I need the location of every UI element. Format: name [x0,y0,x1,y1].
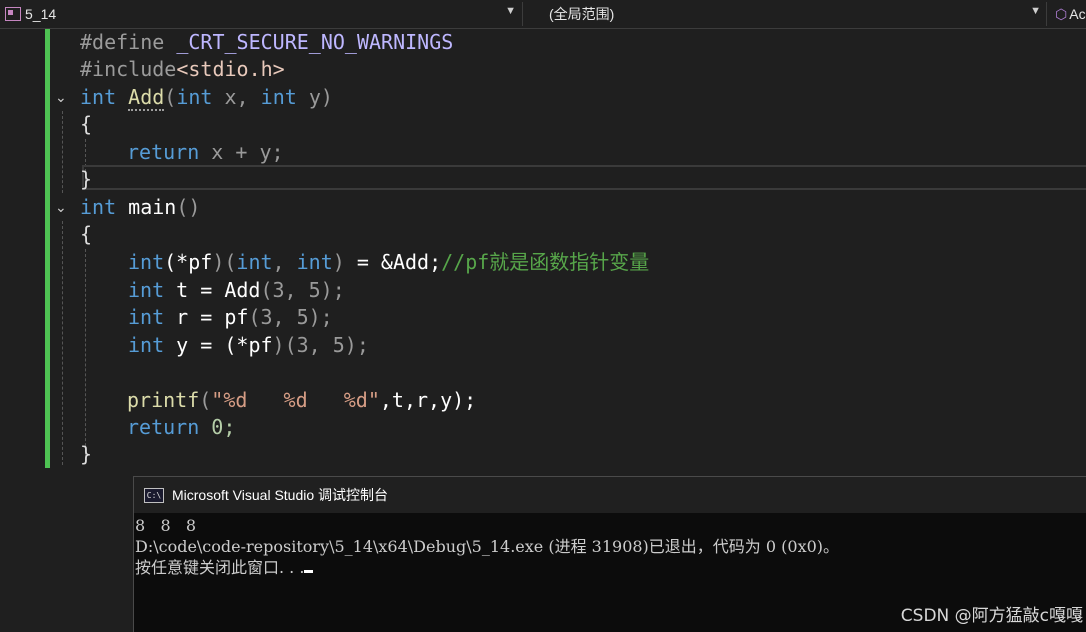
preprocessor-directive: #define [80,30,165,54]
code-line[interactable]: } [80,441,92,468]
keyword: int [176,85,213,109]
keyword: int [80,195,117,219]
operator: = [188,305,225,329]
project-dropdown[interactable]: 5_14 ▼ [0,2,520,26]
project-icon [5,7,21,21]
function-name: pf [248,333,273,357]
function-name: main [128,195,177,219]
code-line[interactable]: { [80,221,92,248]
variable: pf [188,250,213,274]
member-dropdown[interactable]: ⬡ Ac [1046,2,1086,26]
punctuation: ; [429,250,442,274]
fold-chevron-icon[interactable]: ⌄ [55,200,67,216]
keyword: int [236,250,273,274]
member-label: Ac [1069,6,1086,22]
indent-guide [85,249,86,461]
console-prompt: 按任意键关闭此窗口. . . [135,558,305,577]
keyword: return [127,415,200,439]
punctuation: ) [332,250,345,274]
debug-console-window[interactable]: C:\ Microsoft Visual Studio 调试控制台 8 8 8 … [133,476,1086,632]
code-line[interactable]: int t = Add(3, 5); [128,277,345,304]
fold-guide [62,111,63,193]
variable: r [176,305,189,329]
project-name: 5_14 [25,6,57,22]
keyword: int [128,250,165,274]
string-literal: "%d %d %d" [211,388,380,412]
keyword: int [128,333,165,357]
change-indicator [45,199,50,468]
fold-guide [62,221,63,465]
arguments: )(3, 5); [272,333,369,357]
console-line: 按任意键关闭此窗口. . . [135,557,1086,578]
console-line: D:\code\code-repository\5_14\x64\Debug\5… [135,537,840,556]
include-file: <stdio.h> [176,57,285,81]
operator: = (* [188,333,249,357]
console-line: 8 8 8 [135,516,197,535]
function-name: printf [127,388,200,412]
punctuation: , [272,250,297,274]
punctuation: (* [164,250,189,274]
function-name: Add [392,250,430,274]
code-line[interactable]: } [80,166,92,193]
keyword: int [128,278,165,302]
scope-label: (全局范围) [549,6,615,22]
return-value: 0; [199,415,236,439]
function-name: Add [128,85,165,111]
punctuation: () [176,195,201,219]
code-line[interactable]: int main() [80,194,200,221]
console-output[interactable]: 8 8 8 D:\code\code-repository\5_14\x64\D… [134,513,1086,578]
watermark: CSDN @阿方猛敲c嘎嘎 [900,606,1083,626]
code-line[interactable]: int(*pf)(int, int) = &Add;//pf就是函数指针变量 [128,249,649,276]
change-indicator [45,89,50,199]
chevron-down-icon[interactable]: ▼ [505,5,516,17]
arguments: ,t,r,y); [379,388,477,412]
macro-name: _CRT_SECURE_NO_WARNINGS [176,30,454,54]
keyword: int [296,250,333,274]
code-line[interactable]: #define _CRT_SECURE_NO_WARNINGS [80,29,453,56]
variable: y [176,333,189,357]
change-indicator [45,29,50,89]
code-line[interactable]: return 0; [127,414,235,441]
parameter: y) [308,85,333,109]
code-line[interactable]: return x + y; [127,139,284,166]
arguments: (3, 5); [248,305,333,329]
current-line-highlight [82,165,1086,190]
operator: = [188,278,225,302]
navigation-bar: 5_14 ▼ (全局范围) ▼ ⬡ Ac [0,0,1086,29]
code-line[interactable]: printf("%d %d %d",t,r,y); [127,387,476,414]
preprocessor-directive: #include [80,57,177,81]
punctuation: ( [199,388,212,412]
chevron-down-icon[interactable]: ▼ [1030,5,1041,17]
console-icon: C:\ [144,487,164,503]
operator: = & [344,250,393,274]
keyword: int [80,85,117,109]
code-line[interactable]: int y = (*pf)(3, 5); [128,332,369,359]
code-line[interactable]: #include<stdio.h> [80,56,285,83]
scope-dropdown[interactable]: (全局范围) ▼ [522,2,1045,26]
code-line[interactable]: int r = pf(3, 5); [128,304,333,331]
variable: t [176,278,189,302]
punctuation: ( [224,250,237,274]
expression: x + y; [211,140,284,164]
keyword: int [260,85,297,109]
comment: //pf就是函数指针变量 [441,250,650,274]
code-line[interactable]: { [80,111,92,138]
punctuation: ( [164,85,177,109]
function-name: pf [224,305,249,329]
punctuation: ) [212,250,225,274]
text-cursor [304,570,314,573]
fold-chevron-icon[interactable]: ⌄ [55,90,67,106]
code-line[interactable]: int Add(int x, int y) [80,84,333,111]
cube-icon: ⬡ [1055,5,1068,22]
function-name: Add [224,278,261,302]
parameter: x, [224,85,249,109]
keyword: return [127,140,200,164]
console-title: Microsoft Visual Studio 调试控制台 [172,487,389,503]
keyword: int [128,305,165,329]
arguments: (3, 5); [260,278,345,302]
console-title-bar[interactable]: C:\ Microsoft Visual Studio 调试控制台 [134,477,1086,513]
